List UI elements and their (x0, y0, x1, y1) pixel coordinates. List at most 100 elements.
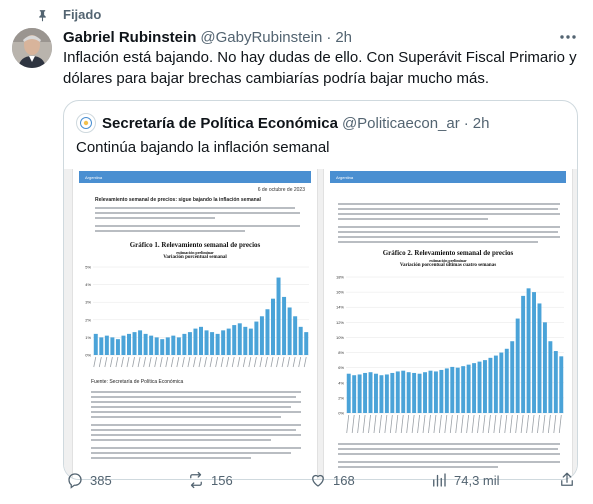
chart-bar (115, 339, 120, 355)
x-tick-mark (553, 414, 557, 434)
x-tick-mark (148, 356, 152, 368)
chart-bar (154, 337, 159, 355)
chart-bar (537, 303, 542, 413)
x-tick-mark (444, 414, 448, 434)
chart-bar (379, 375, 384, 413)
chart-bar (384, 374, 389, 413)
pinned-label: Fijado (63, 7, 102, 22)
x-tick-mark (242, 356, 246, 368)
doc-header-band: Argentina (330, 171, 566, 183)
bar-chart-1: 0% 1% 2% 3% 4% 5% (85, 265, 309, 368)
x-tick-mark (292, 356, 296, 368)
x-tick-mark (159, 356, 163, 368)
text-line (91, 457, 251, 459)
avatar[interactable] (12, 28, 52, 68)
share-button[interactable] (558, 470, 582, 490)
x-tick-mark (400, 414, 404, 434)
x-tick-mark (193, 356, 196, 368)
y-tick-label: 2% (85, 317, 91, 322)
chart-bar (182, 333, 187, 355)
chart-bar (488, 357, 493, 413)
chart-bar (248, 328, 253, 355)
y-tick-label: 8% (338, 350, 344, 355)
x-tick-mark (253, 356, 257, 368)
x-tick-mark (477, 414, 480, 434)
repost-count: 156 (211, 472, 233, 488)
x-tick-mark (154, 356, 158, 368)
chart-bar (412, 372, 417, 413)
x-tick-mark (488, 414, 491, 434)
quoted-avatar (76, 113, 96, 133)
x-tick-mark (351, 414, 355, 434)
document-image-1[interactable]: Argentina 6 de octubre de 2023 Relevamie… (72, 169, 318, 479)
x-tick-mark (121, 356, 124, 368)
x-tick-mark (115, 356, 119, 368)
chart-bar (121, 335, 126, 355)
author-handle[interactable]: @GabyRubinstein (200, 29, 322, 46)
heart-icon (312, 474, 324, 487)
text-line (95, 230, 245, 232)
text-line (338, 231, 558, 233)
views-button[interactable]: 74,3 mil (430, 470, 500, 490)
chart-bar (276, 277, 281, 355)
quoted-media[interactable]: Argentina 6 de octubre de 2023 Relevamie… (64, 169, 577, 479)
chart-bar (417, 373, 422, 413)
tweet-time[interactable]: 2h (335, 29, 352, 46)
x-tick-mark (368, 414, 371, 434)
x-tick-mark (526, 414, 529, 434)
x-tick-mark (220, 356, 224, 368)
more-options-icon[interactable] (557, 30, 579, 44)
x-tick-mark (417, 414, 420, 434)
x-tick-mark (422, 414, 426, 434)
text-line (91, 424, 301, 426)
x-tick-mark (198, 356, 202, 368)
quoted-text: Continúa bajando la inflación semanal (76, 139, 330, 156)
x-tick-mark (531, 414, 535, 434)
x-tick-mark (281, 356, 285, 368)
chart-bar (149, 335, 154, 355)
text-line (91, 429, 296, 431)
author-name[interactable]: Gabriel Rubinstein (63, 29, 196, 46)
text-line (91, 447, 301, 449)
y-tick-label: 0% (338, 411, 344, 416)
doc-source: Fuente: Secretaría de Política Económica (91, 379, 184, 385)
chart-bar (143, 333, 148, 355)
chart-bar (363, 372, 368, 413)
x-tick-mark (498, 414, 502, 434)
x-tick-mark (215, 356, 219, 368)
y-tick-label: 1% (85, 335, 91, 340)
repost-button[interactable]: 156 (187, 470, 233, 490)
x-tick-mark (181, 356, 185, 368)
chart-bar (542, 322, 547, 413)
y-tick-label: 12% (336, 320, 344, 325)
chart-bar (176, 337, 181, 355)
y-tick-label: 16% (336, 290, 344, 295)
text-line (338, 461, 560, 463)
x-tick-mark (204, 356, 207, 368)
chart-bar (428, 370, 433, 413)
reply-button[interactable]: 385 (66, 470, 112, 490)
x-tick-mark (493, 414, 497, 434)
chart-bar (254, 321, 259, 355)
x-tick-mark (395, 414, 399, 434)
x-tick-mark (176, 356, 180, 368)
chart-bar (472, 363, 477, 413)
document-image-2[interactable]: Argentina Gráfico 2. Relevamiento semana… (323, 169, 573, 479)
like-button[interactable]: 168 (309, 470, 355, 490)
quoted-tweet[interactable]: Secretaría de Política Económica @Politi… (63, 100, 578, 480)
x-tick-mark (170, 356, 174, 368)
text-line (338, 453, 560, 455)
chart-bar (395, 371, 400, 413)
chart-bar (526, 288, 531, 413)
x-tick-mark (270, 356, 274, 368)
chart-title: Gráfico 2. Relevamiento semanal de preci… (382, 249, 514, 257)
separator-dot: · (326, 28, 332, 46)
text-line (91, 396, 296, 398)
doc-band-label: Argentina (85, 174, 103, 180)
x-tick-mark (504, 414, 508, 434)
x-tick-mark (547, 414, 551, 434)
chart-bar (160, 339, 165, 355)
text-line (95, 217, 215, 219)
repost-icon (190, 471, 202, 489)
x-tick-mark (346, 414, 350, 434)
